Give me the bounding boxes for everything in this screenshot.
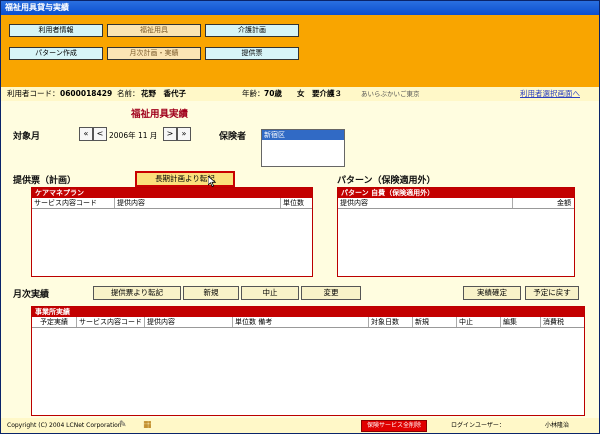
change-button[interactable]: 変更: [301, 286, 361, 300]
care-manager-plan-panel: ケアマネプラン サービス内容コード 提供内容 単位数: [31, 187, 313, 277]
pattern-label: パターン（保険適用外）: [337, 176, 436, 186]
new-button[interactable]: 新規: [183, 286, 239, 300]
cancel-button[interactable]: 中止: [241, 286, 299, 300]
window-title: 福祉用具貸与実績: [1, 1, 599, 15]
user-code-label: 利用者コード：: [7, 89, 60, 98]
delete-all-insurance-services-button[interactable]: 保険サービス全削除: [361, 420, 427, 432]
col-new: 新規: [412, 317, 429, 327]
col-edit: 編集: [500, 317, 517, 327]
care-plan-columns: サービス内容コード 提供内容 単位数: [32, 198, 312, 209]
care-manager-plan-header: ケアマネプラン: [32, 188, 312, 198]
page-title: 福祉用具実績: [131, 109, 189, 120]
pattern-panel-header: パターン 自費（保険適用外）: [338, 188, 574, 198]
insurer-label: 保険者: [219, 132, 247, 142]
confirm-results-button[interactable]: 実績確定: [463, 286, 521, 300]
transfer-from-voucher-button[interactable]: 提供票より転記: [93, 286, 181, 300]
nav-user-info-button[interactable]: 利用者情報: [9, 24, 103, 37]
login-user-name: 小林隆治: [545, 422, 570, 429]
col-plan-result: 予定実績: [40, 318, 68, 326]
monthly-label: 月次実績: [13, 290, 50, 300]
user-age-label: 年齢：: [242, 89, 265, 98]
col-target-days: 対象日数: [368, 317, 399, 327]
nav-care-plan-button[interactable]: 介護計画: [205, 24, 299, 37]
month-next-button[interactable]: >: [163, 127, 177, 141]
month-last-button[interactable]: »: [177, 127, 191, 141]
plan-label: 提供票（計画）: [13, 176, 77, 186]
nav-welfare-equipment-button[interactable]: 福祉用具: [107, 24, 201, 37]
col-stop: 中止: [456, 317, 473, 327]
target-month-label: 対象月: [13, 132, 41, 142]
user-gender: 女: [297, 89, 305, 98]
user-name-label: 名前：: [117, 89, 140, 98]
month-prev-button[interactable]: <: [93, 127, 107, 141]
col-provided-content: 提供内容: [114, 198, 145, 208]
user-select-link[interactable]: 利用者選択画面へ: [520, 87, 580, 101]
insurer-option[interactable]: 新宿区: [262, 130, 344, 140]
copyright-text: Copyright (C) 2004 LCNet Corporation: [7, 422, 122, 429]
col-pattern-content: 提供内容: [340, 199, 368, 207]
user-age: 70歳: [264, 89, 282, 98]
app-window: 福祉用具貸与実績 利用者情報 福祉用具 介護計画 パターン作成 月次計画・実績 …: [0, 0, 600, 434]
pattern-panel: パターン 自費（保険適用外） 提供内容 金額: [337, 187, 575, 277]
col-units-remarks: 単位数 備考: [232, 317, 272, 327]
footer-bar: Copyright (C) 2004 LCNet Corporation ✎ ▦…: [1, 418, 599, 433]
col-amount: 金額: [512, 198, 573, 208]
col-units: 単位数: [280, 198, 304, 208]
pen-icon[interactable]: ✎: [119, 420, 127, 430]
cursor-icon: [208, 176, 216, 187]
office-results-columns: 予定実績 サービス内容コード 提供内容 単位数 備考 対象日数 新規 中止 編集…: [32, 317, 584, 328]
office-results-header: 事業所実績: [32, 307, 584, 317]
col-consumption-tax: 消費税: [540, 317, 564, 327]
revert-to-plan-button[interactable]: 予定に戻す: [525, 286, 579, 300]
login-user-label: ログインユーザー：: [451, 422, 505, 429]
nav-band: 利用者情報 福祉用具 介護計画 パターン作成 月次計画・実績 提供票: [1, 15, 599, 87]
col-provided-content-2: 提供内容: [144, 317, 175, 327]
nav-voucher-button[interactable]: 提供票: [205, 47, 299, 60]
user-name: 花野 香代子: [141, 89, 186, 98]
user-info-bar: 利用者コード： 0600018429 名前： 花野 香代子 年齢： 70歳 女 …: [1, 87, 599, 101]
insurer-listbox[interactable]: 新宿区: [261, 129, 345, 167]
col-service-code: サービス内容コード: [34, 199, 97, 207]
user-care-level: 要介護３: [312, 89, 342, 98]
nav-pattern-button[interactable]: パターン作成: [9, 47, 103, 60]
transfer-from-long-term-button[interactable]: 長期計画より転記: [135, 171, 235, 187]
user-code: 0600018429: [60, 89, 113, 98]
office-results-panel: 事業所実績 予定実績 サービス内容コード 提供内容 単位数 備考 対象日数 新規…: [31, 306, 585, 416]
files-icon[interactable]: ▦: [143, 420, 152, 430]
office-name: あいらぶかいご東京: [361, 90, 420, 98]
col-service-code-2: サービス内容コード: [76, 317, 142, 327]
pattern-columns: 提供内容 金額: [338, 198, 574, 209]
month-display: 2006年 11 月: [109, 131, 158, 140]
month-first-button[interactable]: «: [79, 127, 93, 141]
nav-monthly-plan-button[interactable]: 月次計画・実績: [107, 47, 201, 60]
